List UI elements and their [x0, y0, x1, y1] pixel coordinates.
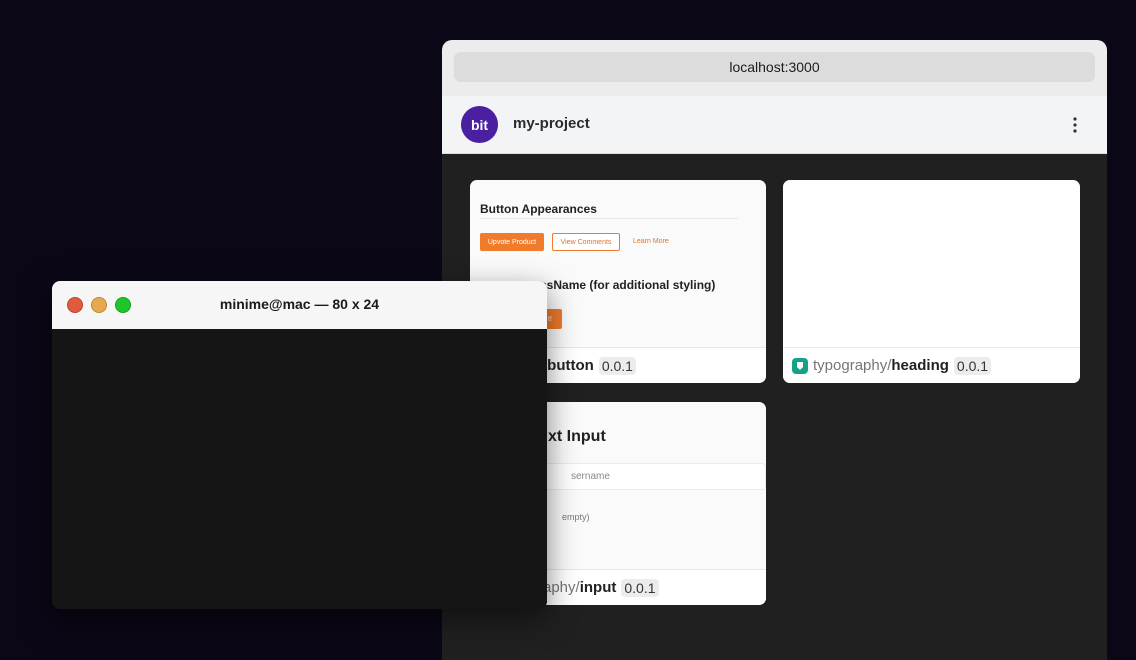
browser-toolbar: localhost:3000: [442, 40, 1107, 96]
learn-more-link[interactable]: Learn More: [633, 238, 669, 245]
input-note: empty): [562, 512, 590, 522]
component-scope: aphy/: [543, 579, 580, 596]
version-badge: 0.0.1: [621, 578, 659, 597]
component-name: heading: [891, 357, 949, 374]
address-bar[interactable]: localhost:3000: [454, 52, 1095, 82]
component-name: input: [579, 579, 617, 596]
component-card-heading[interactable]: typography/heading 0.0.1: [783, 180, 1080, 383]
component-icon: [792, 357, 808, 374]
version-badge: 0.0.1: [598, 356, 636, 375]
preview-title: xt Input: [548, 428, 606, 445]
card-footer: typography/heading 0.0.1: [783, 347, 1080, 383]
component-name: button: [547, 357, 594, 374]
divider: [480, 218, 738, 219]
project-title: my-project: [513, 115, 590, 132]
more-options-icon[interactable]: [1063, 113, 1087, 137]
terminal-window[interactable]: minime@mac — 80 x 24: [52, 281, 547, 609]
app-header: bit my-project: [442, 96, 1107, 154]
terminal-body[interactable]: [52, 329, 547, 609]
view-comments-button[interactable]: View Comments: [552, 233, 620, 251]
username-input[interactable]: sername: [540, 463, 766, 490]
input-placeholder: sername: [571, 471, 610, 482]
preview-title: Button Appearances: [480, 202, 597, 216]
component-scope: typography/: [813, 357, 892, 374]
version-badge: 0.0.1: [953, 356, 992, 375]
bit-logo[interactable]: bit: [461, 106, 498, 143]
terminal-titlebar[interactable]: minime@mac — 80 x 24: [52, 281, 547, 329]
section-title: ssName (for additional styling): [540, 278, 716, 292]
terminal-title: minime@mac — 80 x 24: [219, 296, 380, 312]
upvote-product-button[interactable]: Upvote Product: [480, 233, 544, 251]
